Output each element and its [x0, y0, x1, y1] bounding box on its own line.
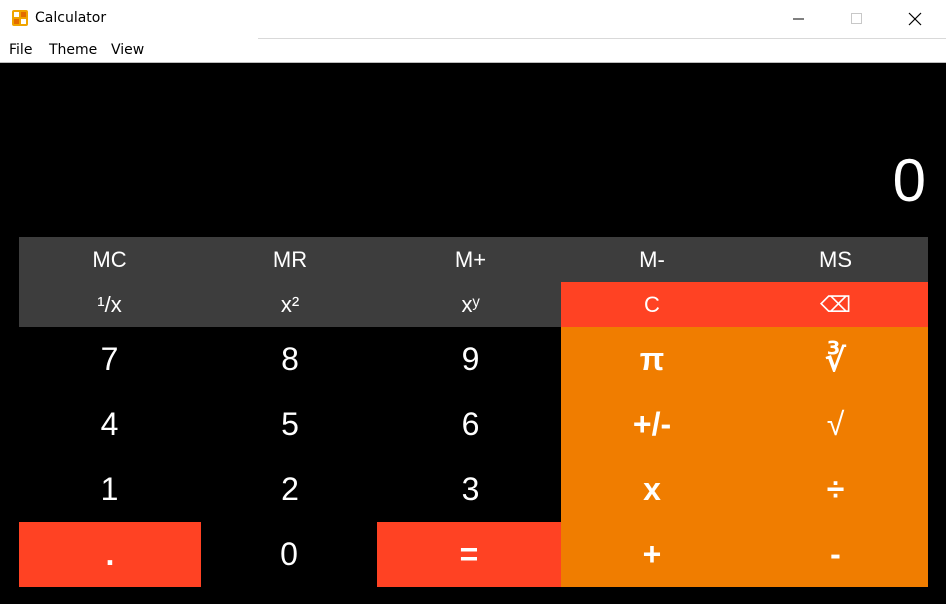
- backspace-button[interactable]: ⌫: [743, 282, 928, 327]
- menu-file[interactable]: File: [9, 42, 32, 58]
- multiply-button[interactable]: x: [561, 457, 743, 522]
- maximize-icon: [851, 13, 862, 24]
- digit-4-button[interactable]: 4: [19, 392, 200, 457]
- clear-button[interactable]: C: [561, 282, 743, 327]
- memory-store-button[interactable]: MS: [743, 237, 928, 282]
- digit-0-button[interactable]: 0: [201, 522, 377, 587]
- maximize-button[interactable]: [834, 0, 880, 38]
- memory-add-button[interactable]: M+: [380, 237, 561, 282]
- calculator-app-icon: [12, 10, 28, 26]
- digit-8-button[interactable]: 8: [200, 327, 380, 392]
- divide-button[interactable]: ÷: [743, 457, 928, 522]
- equals-button[interactable]: =: [377, 522, 561, 587]
- square-button[interactable]: x²: [200, 282, 380, 327]
- memory-subtract-button[interactable]: M-: [561, 237, 743, 282]
- memory-clear-button[interactable]: MC: [19, 237, 200, 282]
- menu-view[interactable]: View: [111, 42, 144, 58]
- digit-5-button[interactable]: 5: [200, 392, 380, 457]
- digit-1-button[interactable]: 1: [19, 457, 200, 522]
- window-title: Calculator: [35, 10, 107, 26]
- digit-7-button[interactable]: 7: [19, 327, 200, 392]
- memory-recall-button[interactable]: MR: [200, 237, 380, 282]
- close-button[interactable]: [892, 0, 938, 38]
- close-icon: [908, 12, 922, 26]
- add-button[interactable]: +: [561, 522, 743, 587]
- digit-6-button[interactable]: 6: [380, 392, 561, 457]
- reciprocal-button[interactable]: ¹/x: [19, 282, 200, 327]
- pi-button[interactable]: π: [561, 327, 743, 392]
- subtract-button[interactable]: -: [743, 522, 928, 587]
- cube-root-button[interactable]: ∛: [743, 327, 928, 392]
- minimize-button[interactable]: [776, 0, 822, 38]
- digit-9-button[interactable]: 9: [380, 327, 561, 392]
- power-button[interactable]: xʸ: [380, 282, 561, 327]
- digit-2-button[interactable]: 2: [200, 457, 380, 522]
- minimize-icon: [793, 18, 804, 20]
- decimal-button[interactable]: .: [19, 522, 201, 587]
- negate-button[interactable]: +/-: [561, 392, 743, 457]
- result-display: 0: [892, 147, 926, 214]
- menu-divider: [258, 38, 946, 39]
- square-root-button[interactable]: √: [743, 392, 928, 457]
- digit-3-button[interactable]: 3: [380, 457, 561, 522]
- menu-theme[interactable]: Theme: [49, 42, 97, 58]
